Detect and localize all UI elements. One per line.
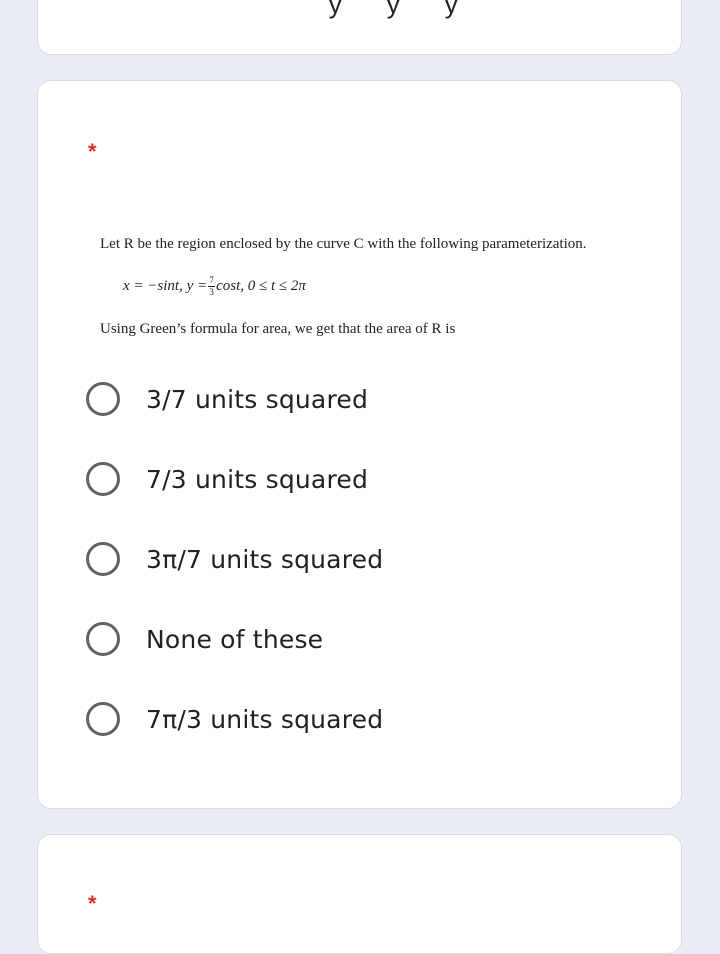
option-label[interactable]: 3/7 units squared bbox=[146, 385, 368, 414]
option-3[interactable]: 3π/7 units squared bbox=[86, 537, 383, 581]
radio-button-icon[interactable] bbox=[86, 702, 120, 736]
radio-button-icon[interactable] bbox=[86, 462, 120, 496]
option-4[interactable]: None of these bbox=[86, 617, 323, 661]
required-asterisk: * bbox=[88, 891, 97, 916]
option-1[interactable]: 3/7 units squared bbox=[86, 377, 368, 421]
required-asterisk: * bbox=[88, 139, 97, 164]
previous-question-text-fragment: ` ` y ` ` y ` ` y bbox=[293, 0, 459, 19]
option-label[interactable]: 7π/3 units squared bbox=[146, 705, 383, 734]
fraction-denominator: 3 bbox=[209, 287, 214, 297]
option-2[interactable]: 7/3 units squared bbox=[86, 457, 368, 501]
formula-fraction: 7 3 bbox=[208, 275, 216, 297]
parameterization-formula: x = −sint, y = 7 3 cost, 0 ≤ t ≤ 2π bbox=[123, 276, 306, 297]
option-label[interactable]: 3π/7 units squared bbox=[146, 545, 383, 574]
formula-part-2: cost, 0 ≤ t ≤ 2π bbox=[216, 278, 306, 294]
question-text-line-1: Let R be the region enclosed by the curv… bbox=[100, 236, 587, 252]
question-text-line-3: Using Green’s formula for area, we get t… bbox=[100, 321, 456, 337]
option-label[interactable]: None of these bbox=[146, 625, 323, 654]
formula-part-1: x = −sint, y = bbox=[123, 278, 208, 294]
previous-question-card: ` ` y ` ` y ` ` y bbox=[37, 0, 682, 55]
option-label[interactable]: 7/3 units squared bbox=[146, 465, 368, 494]
option-5[interactable]: 7π/3 units squared bbox=[86, 697, 383, 741]
radio-button-icon[interactable] bbox=[86, 542, 120, 576]
fraction-numerator: 7 bbox=[209, 275, 214, 285]
question-card: * Let R be the region enclosed by the cu… bbox=[37, 80, 682, 809]
radio-button-icon[interactable] bbox=[86, 622, 120, 656]
radio-button-icon[interactable] bbox=[86, 382, 120, 416]
next-question-card: * bbox=[37, 834, 682, 954]
